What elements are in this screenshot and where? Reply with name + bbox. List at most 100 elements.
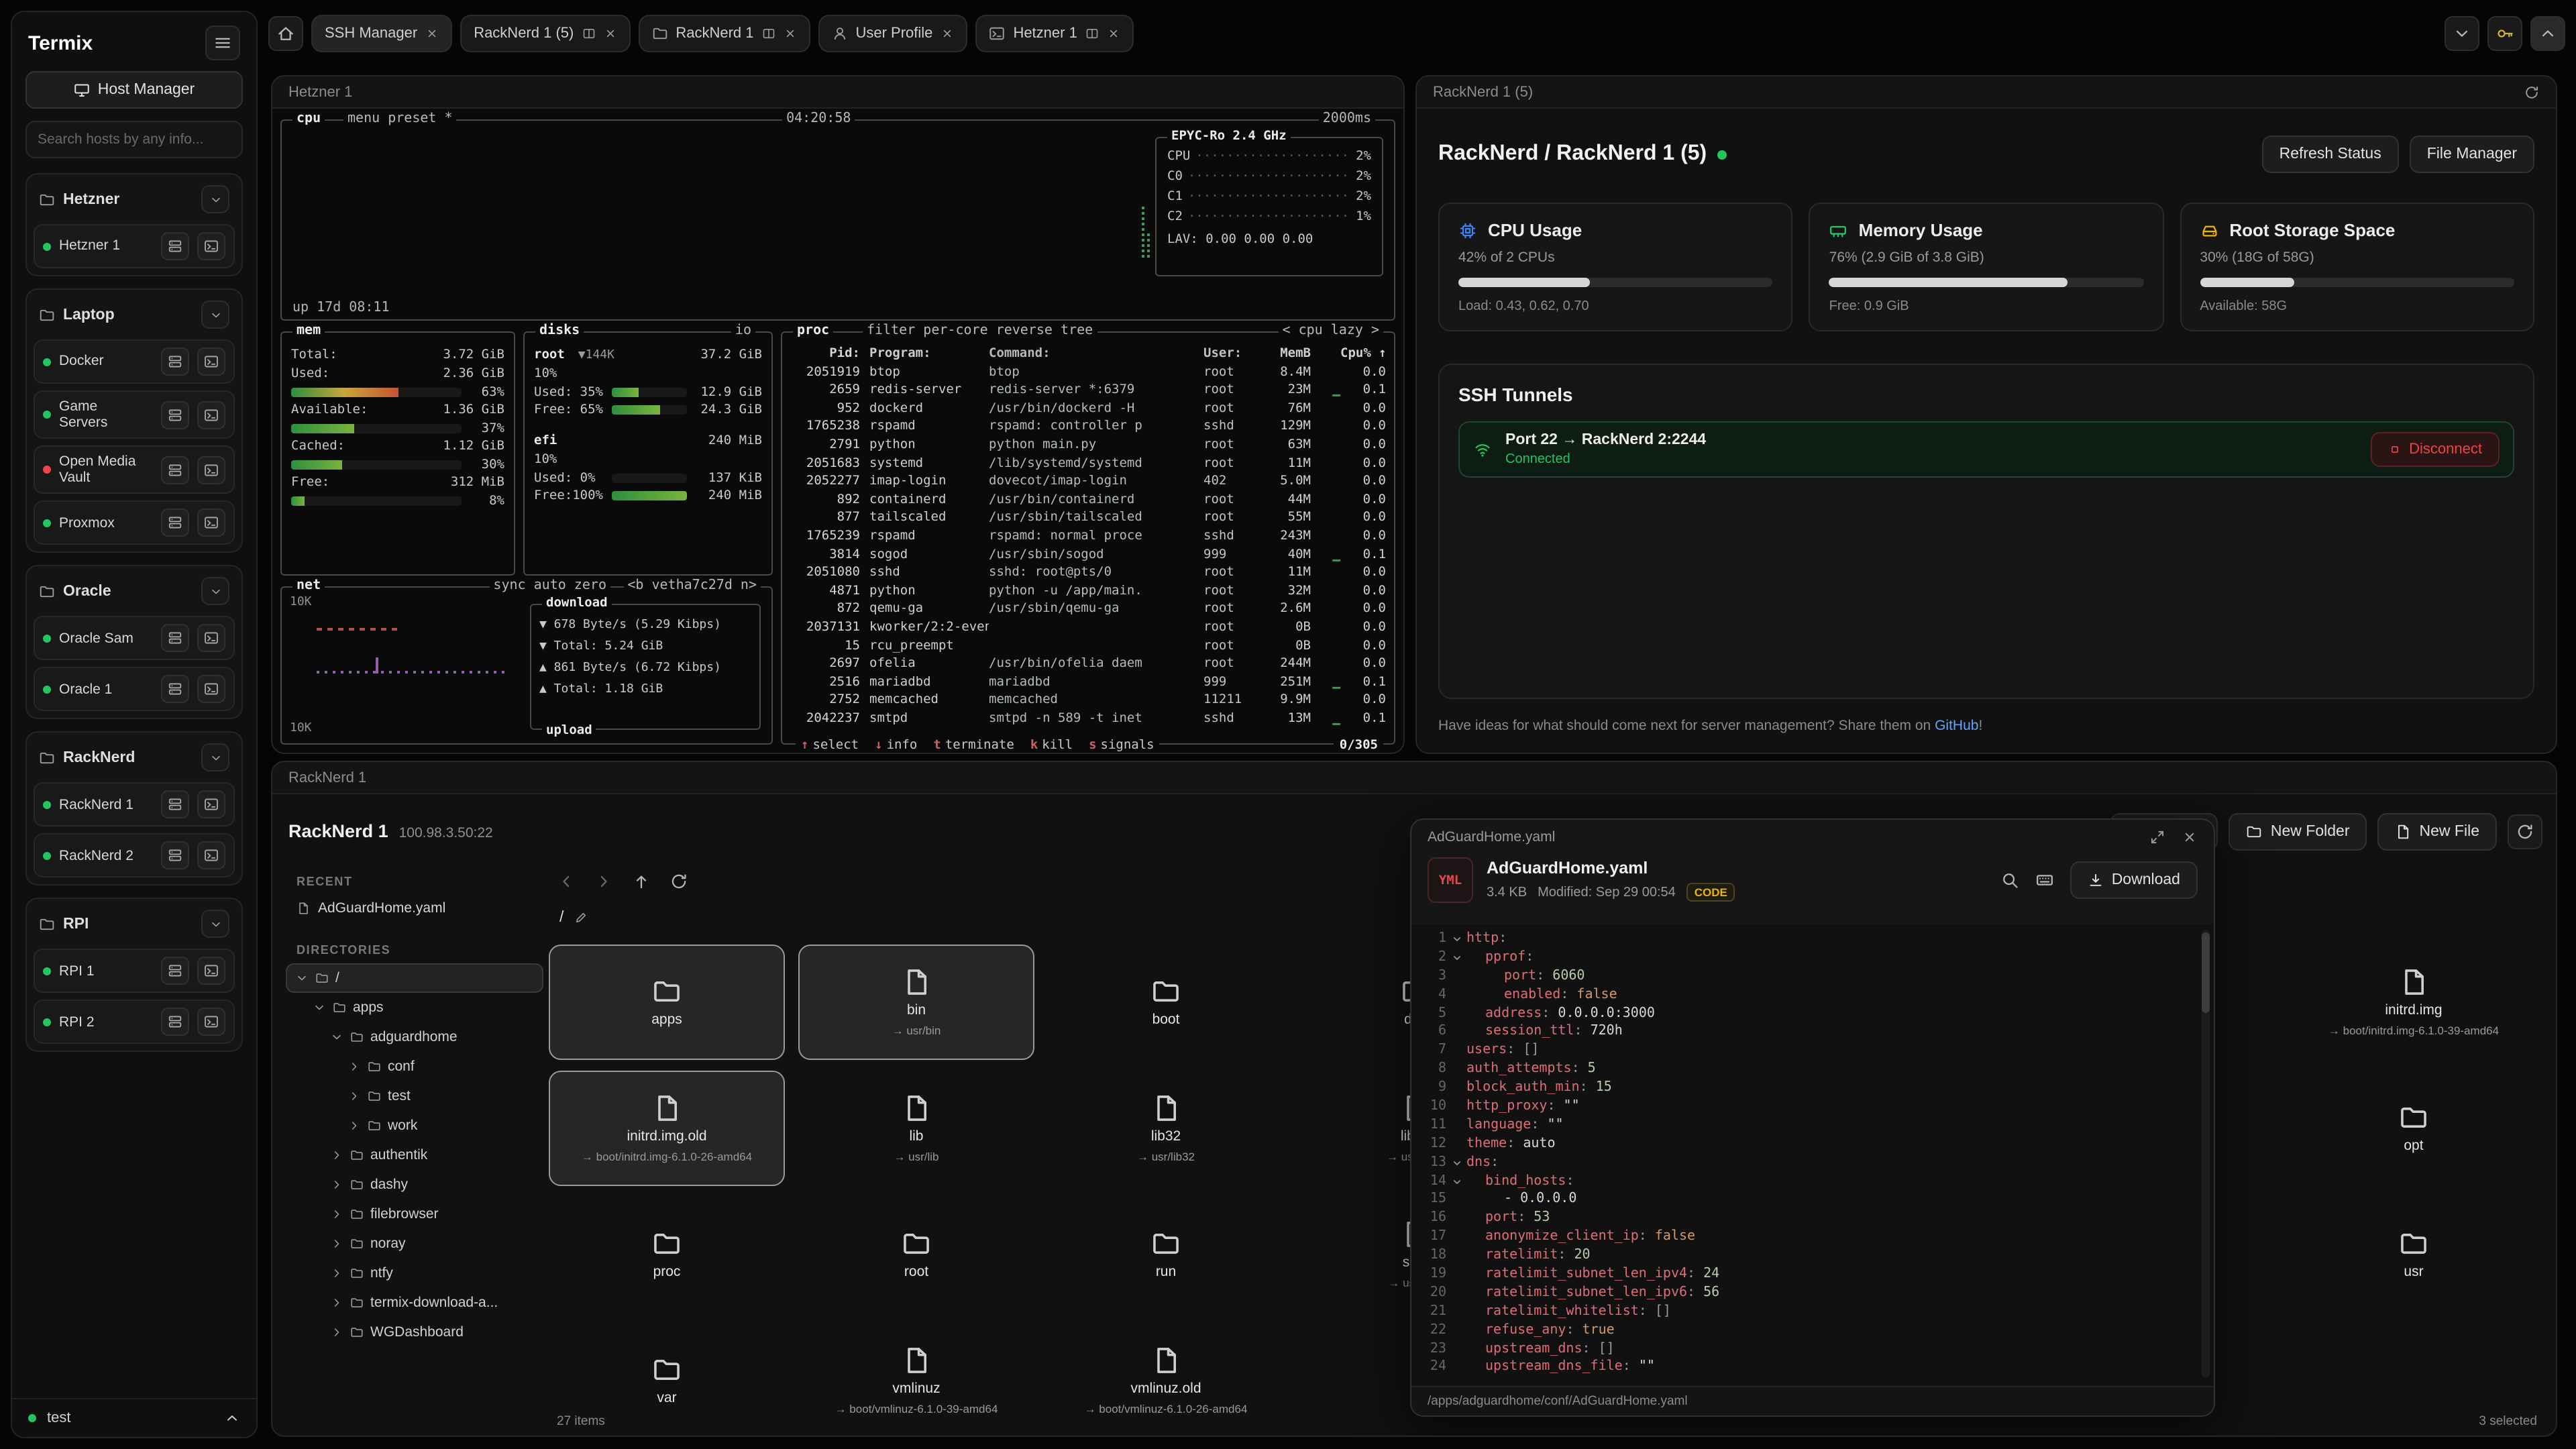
collapse-panel-button[interactable] xyxy=(2445,16,2479,51)
tree-item[interactable]: test xyxy=(286,1081,543,1111)
new-file-button[interactable]: New File xyxy=(2378,813,2497,851)
host-stats-button[interactable] xyxy=(161,400,189,429)
host-item[interactable]: Game Servers xyxy=(34,390,235,439)
tree-item[interactable]: filebrowser xyxy=(286,1199,543,1229)
process-row[interactable]: 2516mariadbdmariadbd999251M▁0.1 xyxy=(790,673,1386,691)
close-tab-button[interactable] xyxy=(603,27,616,40)
host-item[interactable]: RPI 2 xyxy=(34,1000,235,1044)
scrollbar-thumb[interactable] xyxy=(2202,932,2210,1013)
file-tile[interactable]: initrd.img→ boot/initrd.img-6.1.0-39-amd… xyxy=(2296,945,2532,1060)
process-row[interactable]: 2659redis-serverredis-server *:6379root2… xyxy=(790,381,1386,399)
proc-key-hint[interactable]: kkill xyxy=(1030,738,1073,753)
github-link[interactable]: GitHub xyxy=(1935,718,1978,734)
split-icon[interactable] xyxy=(762,27,775,40)
process-row[interactable]: 1765238rspamdrspamd: controller psshd129… xyxy=(790,418,1386,436)
host-group-header[interactable]: Oracle xyxy=(34,574,235,610)
host-item[interactable]: RackNerd 2 xyxy=(34,834,235,878)
host-terminal-button[interactable] xyxy=(197,455,225,484)
host-item[interactable]: Hetzner 1 xyxy=(34,224,235,268)
tree-item[interactable]: apps xyxy=(286,993,543,1022)
host-stats-button[interactable] xyxy=(161,509,189,537)
process-row[interactable]: 2791pythonpython main.pyroot63M0.0 xyxy=(790,436,1386,454)
process-row[interactable]: 892containerd/usr/bin/containerdroot44M0… xyxy=(790,491,1386,509)
file-tile[interactable]: proc xyxy=(549,1197,785,1312)
tree-item[interactable]: dashy xyxy=(286,1170,543,1199)
group-toggle-button[interactable] xyxy=(201,910,229,938)
process-row[interactable]: 15rcu_preemptroot0B0.0 xyxy=(790,637,1386,655)
process-row[interactable]: 2051919btopbtoproot8.4M0.0 xyxy=(790,363,1386,381)
host-stats-button[interactable] xyxy=(161,791,189,819)
host-terminal-button[interactable] xyxy=(197,957,225,985)
parent-directory-icon[interactable] xyxy=(632,872,651,891)
code-viewer[interactable]: 1http:2pprof:3port: 60604enabled: false5… xyxy=(1411,924,2214,1386)
tree-item[interactable]: conf xyxy=(286,1052,543,1081)
file-tile[interactable]: vmlinuz.old→ boot/vmlinuz-6.1.0-26-amd64 xyxy=(1048,1323,1284,1436)
forward-icon[interactable] xyxy=(594,872,613,891)
host-terminal-button[interactable] xyxy=(197,791,225,819)
host-terminal-button[interactable] xyxy=(197,509,225,537)
group-toggle-button[interactable] xyxy=(201,744,229,772)
host-manager-button[interactable]: Host Manager xyxy=(25,71,243,109)
credentials-button[interactable] xyxy=(2487,16,2522,51)
process-row[interactable]: 952dockerd/usr/bin/dockerd -Hroot76M0.0 xyxy=(790,400,1386,418)
process-row[interactable]: 2051683systemd/lib/systemd/systemdroot11… xyxy=(790,454,1386,472)
host-search-input[interactable] xyxy=(38,131,231,148)
terminal-screen[interactable]: cpu menu preset * 04:20:58 2000ms EPYC-R… xyxy=(272,109,1403,753)
process-row[interactable]: 2697ofelia/usr/bin/ofelia daemroot244M0.… xyxy=(790,655,1386,673)
process-row[interactable]: 3814sogod/usr/sbin/sogod99940M▁0.1 xyxy=(790,545,1386,564)
file-tile[interactable]: root xyxy=(798,1197,1034,1312)
split-icon[interactable] xyxy=(1085,27,1099,40)
host-item[interactable]: Oracle 1 xyxy=(34,667,235,712)
host-item[interactable]: Docker xyxy=(34,339,235,384)
sidebar-menu-button[interactable] xyxy=(205,25,240,60)
file-manager-button[interactable]: File Manager xyxy=(2410,136,2534,173)
process-row[interactable]: 2052277imap-logindovecot/imap-login4025.… xyxy=(790,472,1386,490)
proc-key-hint[interactable]: ↓info xyxy=(875,738,917,753)
process-row[interactable]: 877tailscaled/usr/sbin/tailscaledroot55M… xyxy=(790,509,1386,527)
tree-item[interactable]: / xyxy=(286,963,543,993)
host-item[interactable]: RackNerd 1 xyxy=(34,783,235,827)
host-stats-button[interactable] xyxy=(161,676,189,704)
disconnect-button[interactable]: Disconnect xyxy=(2370,432,2500,467)
file-tile[interactable]: opt xyxy=(2296,1071,2532,1186)
proc-key-hint[interactable]: ssignals xyxy=(1089,738,1155,753)
tree-item[interactable]: work xyxy=(286,1111,543,1140)
host-terminal-button[interactable] xyxy=(197,625,225,653)
tree-item[interactable]: ntfy xyxy=(286,1258,543,1288)
close-icon[interactable] xyxy=(2182,829,2198,845)
tree-item[interactable]: authentik xyxy=(286,1140,543,1170)
fold-icon[interactable] xyxy=(1446,953,1466,963)
host-stats-button[interactable] xyxy=(161,455,189,484)
file-tile[interactable]: vmlinuz→ boot/vmlinuz-6.1.0-39-amd64 xyxy=(798,1323,1034,1436)
host-item[interactable]: RPI 1 xyxy=(34,949,235,994)
host-terminal-button[interactable] xyxy=(197,347,225,376)
group-toggle-button[interactable] xyxy=(201,185,229,213)
download-button[interactable]: Download xyxy=(2070,861,2198,899)
file-tile[interactable]: apps xyxy=(549,945,785,1060)
host-item[interactable]: Open Media Vault xyxy=(34,445,235,494)
sync-icon[interactable] xyxy=(2524,84,2540,100)
search-icon[interactable] xyxy=(2000,871,2019,890)
process-row[interactable]: 2752memcachedmemcached112119.9M0.0 xyxy=(790,692,1386,710)
home-button[interactable] xyxy=(268,16,303,51)
split-icon[interactable] xyxy=(582,27,595,40)
host-stats-button[interactable] xyxy=(161,1008,189,1036)
host-terminal-button[interactable] xyxy=(197,400,225,429)
tab-racknerd-1-5-[interactable]: RackNerd 1 (5) xyxy=(460,15,630,52)
chevron-up-icon[interactable] xyxy=(224,1410,240,1426)
file-tile[interactable]: lib→ usr/lib xyxy=(798,1071,1034,1186)
group-toggle-button[interactable] xyxy=(201,578,229,606)
close-tab-button[interactable] xyxy=(784,27,797,40)
file-tile[interactable]: run xyxy=(1048,1197,1284,1312)
tree-item[interactable]: WGDashboard xyxy=(286,1318,543,1347)
expand-panel-button[interactable] xyxy=(2530,16,2565,51)
host-group-header[interactable]: Laptop xyxy=(34,297,235,333)
host-terminal-button[interactable] xyxy=(197,1008,225,1036)
tree-item[interactable]: adguardhome xyxy=(286,1022,543,1052)
close-tab-button[interactable] xyxy=(941,27,954,40)
back-icon[interactable] xyxy=(557,872,576,891)
proc-key-hint[interactable]: ↑select xyxy=(801,738,859,753)
host-group-header[interactable]: RPI xyxy=(34,906,235,943)
host-terminal-button[interactable] xyxy=(197,232,225,260)
expand-icon[interactable] xyxy=(2149,829,2165,845)
